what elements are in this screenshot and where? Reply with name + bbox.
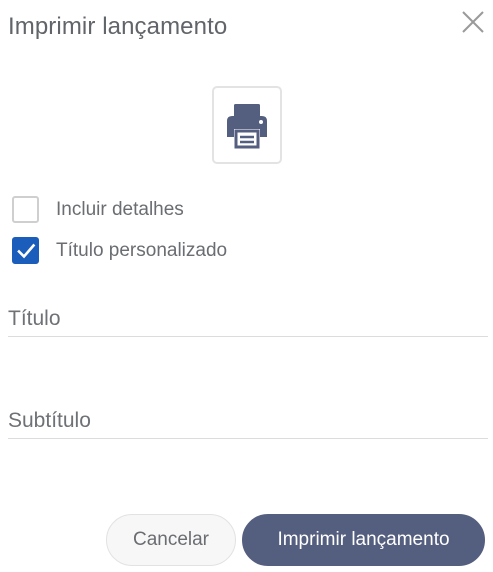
print-button[interactable]: Imprimir lançamento: [242, 514, 485, 566]
title-field-container: [8, 302, 488, 337]
cancel-button[interactable]: Cancelar: [106, 514, 236, 566]
custom-title-option[interactable]: Título personalizado: [12, 237, 227, 264]
close-icon[interactable]: [460, 9, 486, 35]
custom-title-checkbox[interactable]: [12, 237, 39, 264]
include-details-label: Incluir detalhes: [56, 198, 184, 220]
title-field[interactable]: [8, 302, 488, 336]
subtitle-field[interactable]: [8, 404, 488, 438]
dialog-title: Imprimir lançamento: [8, 13, 228, 40]
checkmark-icon: [16, 243, 35, 258]
subtitle-field-container: [8, 404, 488, 439]
printer-icon: [227, 104, 267, 149]
print-dialog: Imprimir lançamento Incluir detalhes Tít…: [0, 0, 493, 572]
print-preview-button[interactable]: [212, 86, 282, 164]
custom-title-label: Título personalizado: [56, 239, 228, 261]
include-details-checkbox[interactable]: [12, 196, 39, 223]
include-details-option[interactable]: Incluir detalhes: [12, 196, 184, 223]
